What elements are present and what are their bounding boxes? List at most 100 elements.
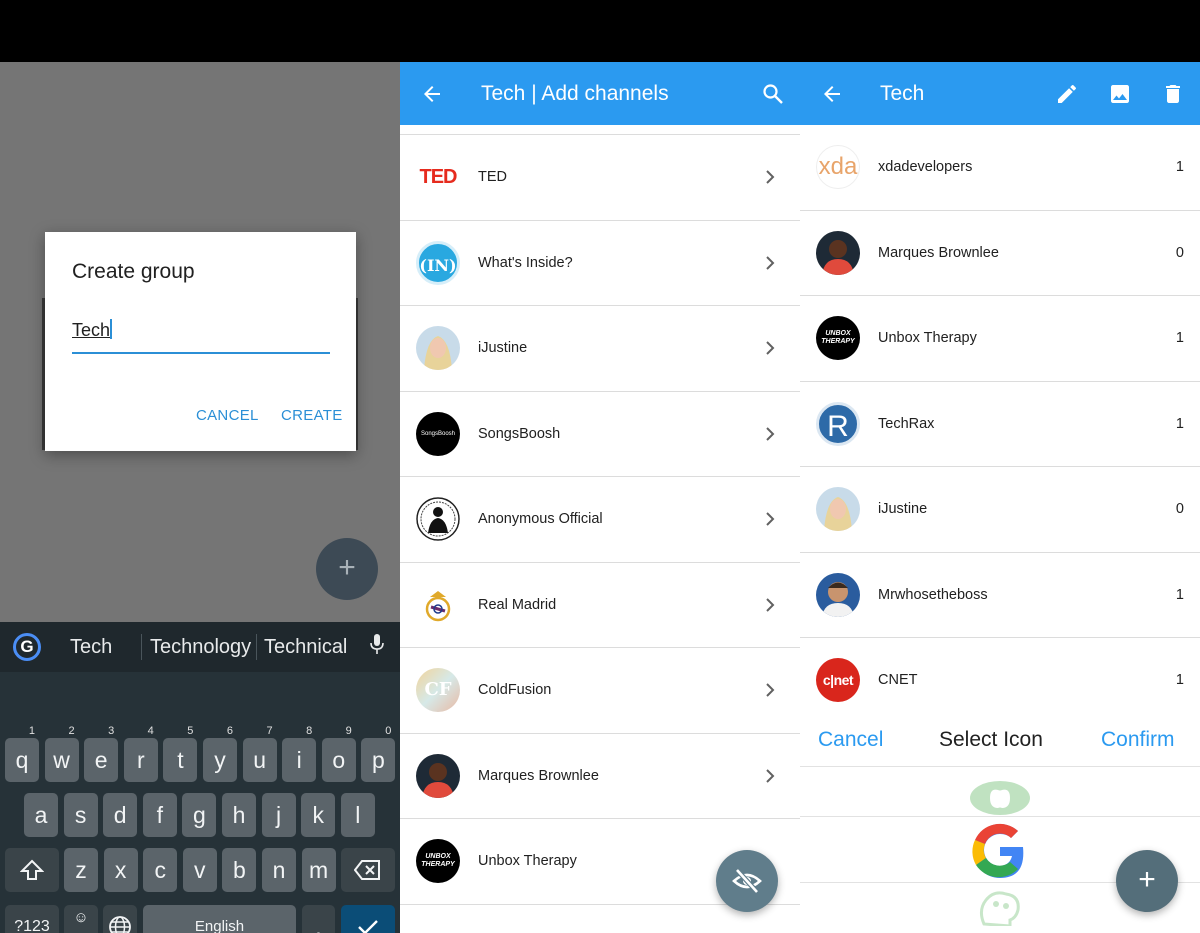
key-f[interactable]: f xyxy=(142,793,177,837)
key-i[interactable]: i8 xyxy=(282,725,317,782)
backspace-icon xyxy=(353,860,380,880)
suggestion-2[interactable]: Technology xyxy=(150,636,251,659)
suggestion-3[interactable]: Technical xyxy=(264,636,347,659)
group-channel-list: xda xdadevelopers 1 Marques Brownlee 0 U… xyxy=(800,125,1200,724)
image-icon[interactable] xyxy=(1108,82,1132,106)
key-n[interactable]: n xyxy=(262,848,296,892)
key-p[interactable]: p0 xyxy=(361,725,396,782)
key-c[interactable]: c xyxy=(143,848,178,892)
channel-row[interactable]: SongsBoosh SongsBoosh xyxy=(400,392,800,477)
picker-cancel-button[interactable]: Cancel xyxy=(818,728,883,752)
logo-text: UNBOX xyxy=(425,853,451,860)
key-label: q xyxy=(15,747,29,773)
channel-name: Marques Brownlee xyxy=(878,244,999,261)
key-label: b xyxy=(232,857,246,883)
cancel-button[interactable]: CANCEL xyxy=(196,407,259,424)
key-h[interactable]: h xyxy=(222,793,256,837)
key-u[interactable]: u7 xyxy=(242,725,277,782)
channel-list: TED TED (IN) What's Inside? iJustine Son… xyxy=(400,135,800,905)
key-z[interactable]: z xyxy=(64,848,98,892)
key-e[interactable]: e3 xyxy=(84,725,119,782)
text-caret xyxy=(110,319,113,339)
key-label: a xyxy=(34,802,48,828)
key-label: w xyxy=(53,747,70,773)
google-g-icon[interactable]: G xyxy=(13,633,41,661)
key-label: y xyxy=(214,747,226,773)
channel-row[interactable]: UNBOX THERAPY Unbox Therapy 1 xyxy=(800,296,1200,382)
key-t[interactable]: t5 xyxy=(163,725,198,782)
enter-key[interactable] xyxy=(341,905,395,933)
key-j[interactable]: j xyxy=(261,793,296,837)
channel-row[interactable]: TED TED xyxy=(400,135,800,221)
ijustine-avatar xyxy=(816,487,860,531)
key-x[interactable]: x xyxy=(103,848,138,892)
suggestion-divider xyxy=(256,634,257,660)
key-hint: 5 xyxy=(187,725,194,737)
space-bar[interactable]: English xyxy=(143,905,296,933)
key-g[interactable]: g xyxy=(182,793,217,837)
picker-confirm-button[interactable]: Confirm xyxy=(1101,728,1175,752)
key-o[interactable]: o9 xyxy=(321,725,356,782)
channel-row[interactable]: Marques Brownlee 0 xyxy=(800,211,1200,296)
language-key[interactable] xyxy=(103,905,137,933)
toggle-visibility-fab[interactable] xyxy=(716,850,778,912)
channel-row[interactable]: c|net CNET 1 xyxy=(800,638,1200,724)
key-y[interactable]: y6 xyxy=(203,725,237,782)
add-group-fab[interactable]: + xyxy=(316,538,378,600)
key-label: p xyxy=(371,747,385,773)
key-label: t xyxy=(177,747,184,773)
channel-row[interactable]: (IN) What's Inside? xyxy=(400,221,800,306)
suggestion-1[interactable]: Tech xyxy=(70,636,112,659)
back-arrow-icon[interactable] xyxy=(820,82,844,106)
emoji-comma-key[interactable]: ☺, xyxy=(64,905,98,933)
key-d[interactable]: d xyxy=(103,793,138,837)
key-w[interactable]: w2 xyxy=(44,725,79,782)
key-s[interactable]: s xyxy=(63,793,98,837)
channel-row[interactable]: Mrwhosetheboss 1 xyxy=(800,553,1200,638)
chevron-right-icon xyxy=(766,768,775,783)
key-q[interactable]: q1 xyxy=(5,725,39,782)
channel-row[interactable]: CF ColdFusion xyxy=(400,648,800,734)
channel-row[interactable]: R TechRax 1 xyxy=(800,382,1200,467)
apple-icon-option[interactable] xyxy=(968,776,1032,816)
key-b[interactable]: b xyxy=(222,848,257,892)
channel-name: Unbox Therapy xyxy=(478,853,577,869)
microphone-icon[interactable] xyxy=(370,634,384,656)
backspace-key[interactable] xyxy=(341,848,395,892)
create-group-screen: Create group Tech CANCEL CREATE + G Tech… xyxy=(0,62,400,933)
google-icon-option[interactable] xyxy=(970,822,1030,880)
channel-row[interactable]: Marques Brownlee xyxy=(400,734,800,819)
search-icon[interactable] xyxy=(761,82,785,106)
chevron-right-icon xyxy=(766,255,775,270)
key-r[interactable]: r4 xyxy=(123,725,158,782)
key-label: n xyxy=(272,857,286,883)
shift-key[interactable] xyxy=(5,848,59,892)
delete-trash-icon[interactable] xyxy=(1161,82,1185,106)
channel-row[interactable]: iJustine xyxy=(400,306,800,392)
back-arrow-icon[interactable] xyxy=(420,82,444,106)
channel-name: Anonymous Official xyxy=(478,511,603,527)
app-bar: Tech | Add channels xyxy=(400,62,800,125)
key-k[interactable]: k xyxy=(301,793,336,837)
key-label: v xyxy=(194,857,206,883)
symbols-key[interactable]: ?123 xyxy=(5,905,59,933)
xda-logo-icon: xda xyxy=(816,145,860,189)
logo-text: UNBOX xyxy=(825,330,851,337)
key-m[interactable]: m xyxy=(301,848,336,892)
add-channel-fab[interactable]: + xyxy=(1116,850,1178,912)
channel-row[interactable]: Anonymous Official xyxy=(400,477,800,563)
create-button[interactable]: CREATE xyxy=(281,407,343,424)
channel-row[interactable]: Real Madrid xyxy=(400,563,800,648)
globe-icon xyxy=(109,916,131,933)
divider xyxy=(800,766,1200,767)
key-a[interactable]: a xyxy=(24,793,58,837)
key-l[interactable]: l xyxy=(340,793,375,837)
anonymous-logo-icon xyxy=(416,497,460,541)
group-name-input[interactable]: Tech xyxy=(72,318,330,354)
brain-icon-option[interactable] xyxy=(970,886,1030,926)
edit-pencil-icon[interactable] xyxy=(1055,82,1079,106)
channel-row[interactable]: iJustine 0 xyxy=(800,467,1200,553)
channel-row[interactable]: xda xdadevelopers 1 xyxy=(800,125,1200,211)
period-key[interactable]: . xyxy=(302,905,335,933)
key-v[interactable]: v xyxy=(182,848,217,892)
